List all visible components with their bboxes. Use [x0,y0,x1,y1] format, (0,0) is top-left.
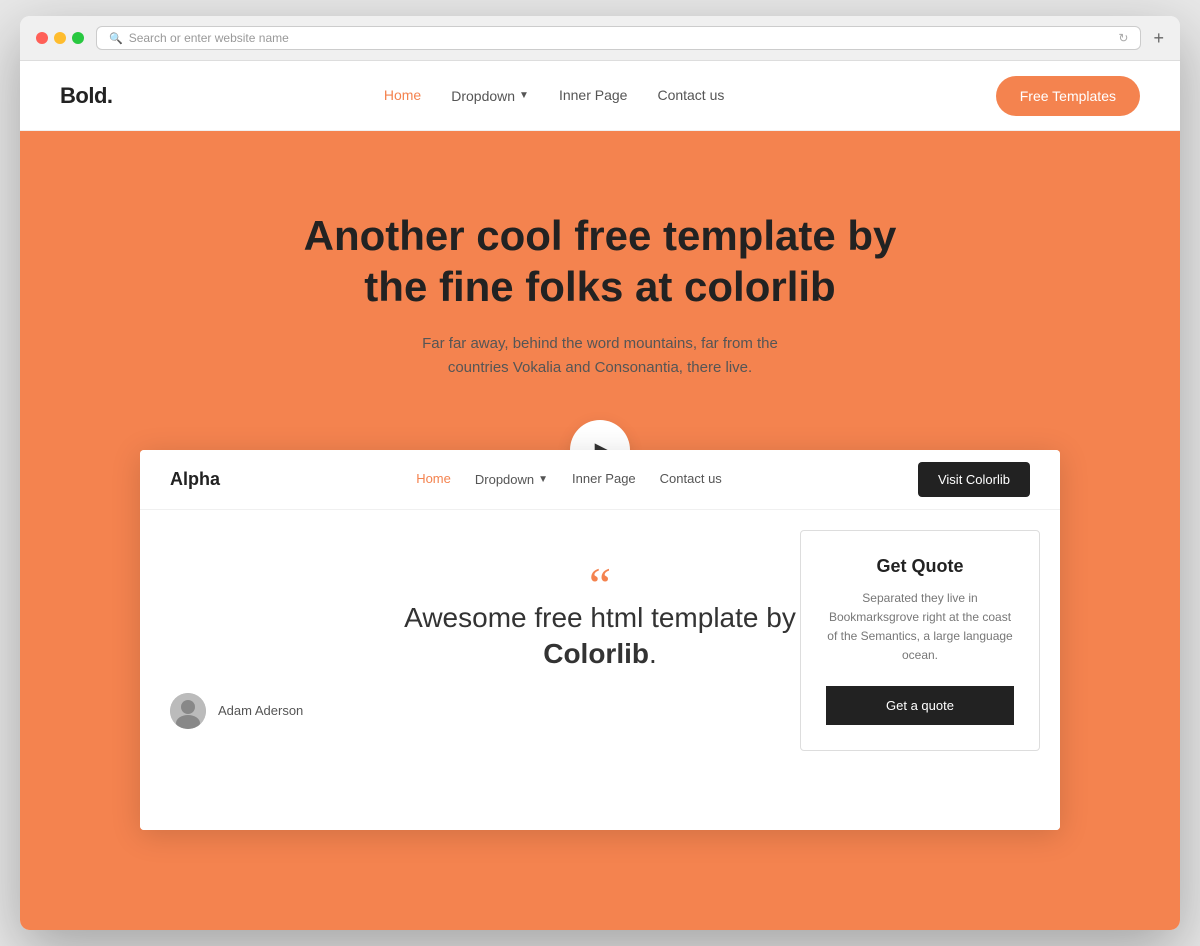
address-bar[interactable]: 🔍 Search or enter website name ↻ [96,26,1141,50]
inner-nav-item-home[interactable]: Home [416,470,451,488]
brand-logo: Bold. [60,83,113,109]
inner-nav-menu: Home Dropdown ▼ Inner Page Conta [416,470,722,488]
inner-nav-link-dropdown[interactable]: Dropdown [475,472,534,487]
inner-nav-item-dropdown[interactable]: Dropdown ▼ [475,472,548,487]
address-text: Search or enter website name [129,31,289,45]
inner-nav-link-home[interactable]: Home [416,471,451,486]
maximize-button[interactable] [72,32,84,44]
hero-title: Another cool free template by the fine f… [300,211,900,312]
search-icon: 🔍 [109,32,123,45]
minimize-button[interactable] [54,32,66,44]
inner-hero-title-plain: Awesome free html template by [404,602,796,633]
nav-item-dropdown[interactable]: Dropdown ▼ [451,88,529,104]
get-quote-button[interactable]: Get a quote [826,686,1014,725]
browser-window: 🔍 Search or enter website name ↻ + Bold.… [20,16,1180,930]
inner-nav-link-inner-page[interactable]: Inner Page [572,471,636,486]
inner-site-preview: Alpha Home Dropdown ▼ Inner Page [140,450,1060,830]
top-navbar: Bold. Home Dropdown ▼ Inner Page Contact… [20,61,1180,131]
inner-hero: “ Awesome free html template by Colorlib… [140,510,1060,830]
avatar-image [170,693,206,729]
nav-item-inner-page[interactable]: Inner Page [559,87,628,105]
hero-subtitle: Far far away, behind the word mountains,… [410,332,790,380]
avatar [170,693,206,729]
chevron-down-icon: ▼ [519,90,529,101]
nav-item-home[interactable]: Home [384,87,421,105]
browser-chrome: 🔍 Search or enter website name ↻ + [20,16,1180,61]
nav-link-dropdown[interactable]: Dropdown [451,88,515,104]
inner-nav-item-contact[interactable]: Contact us [660,470,722,488]
hero-section: Another cool free template by the fine f… [20,131,1180,930]
visit-colorlib-button[interactable]: Visit Colorlib [918,462,1030,497]
close-button[interactable] [36,32,48,44]
quote-card-title: Get Quote [826,556,1014,577]
nav-item-contact[interactable]: Contact us [657,87,724,105]
inner-nav-item-inner-page[interactable]: Inner Page [572,470,636,488]
new-tab-button[interactable]: + [1153,28,1164,49]
quote-card: Get Quote Separated they live in Bookmar… [800,530,1040,751]
nav-menu: Home Dropdown ▼ Inner Page Contact us [384,87,725,105]
inner-navbar: Alpha Home Dropdown ▼ Inner Page [140,450,1060,510]
website-content: Bold. Home Dropdown ▼ Inner Page Contact… [20,61,1180,930]
quote-card-text: Separated they live in Bookmarksgrove ri… [826,589,1014,666]
free-templates-button[interactable]: Free Templates [996,76,1140,116]
inner-hero-title-period: . [649,638,657,669]
inner-brand-logo: Alpha [170,469,220,490]
nav-link-home[interactable]: Home [384,87,421,103]
inner-chevron-down-icon: ▼ [538,474,548,485]
refresh-icon[interactable]: ↻ [1118,31,1128,45]
inner-hero-title-bold: Colorlib [543,638,649,669]
author-name: Adam Aderson [218,703,303,718]
nav-link-contact[interactable]: Contact us [657,87,724,103]
inner-nav-link-contact[interactable]: Contact us [660,471,722,486]
browser-traffic-lights [36,32,84,44]
nav-link-inner-page[interactable]: Inner Page [559,87,628,103]
